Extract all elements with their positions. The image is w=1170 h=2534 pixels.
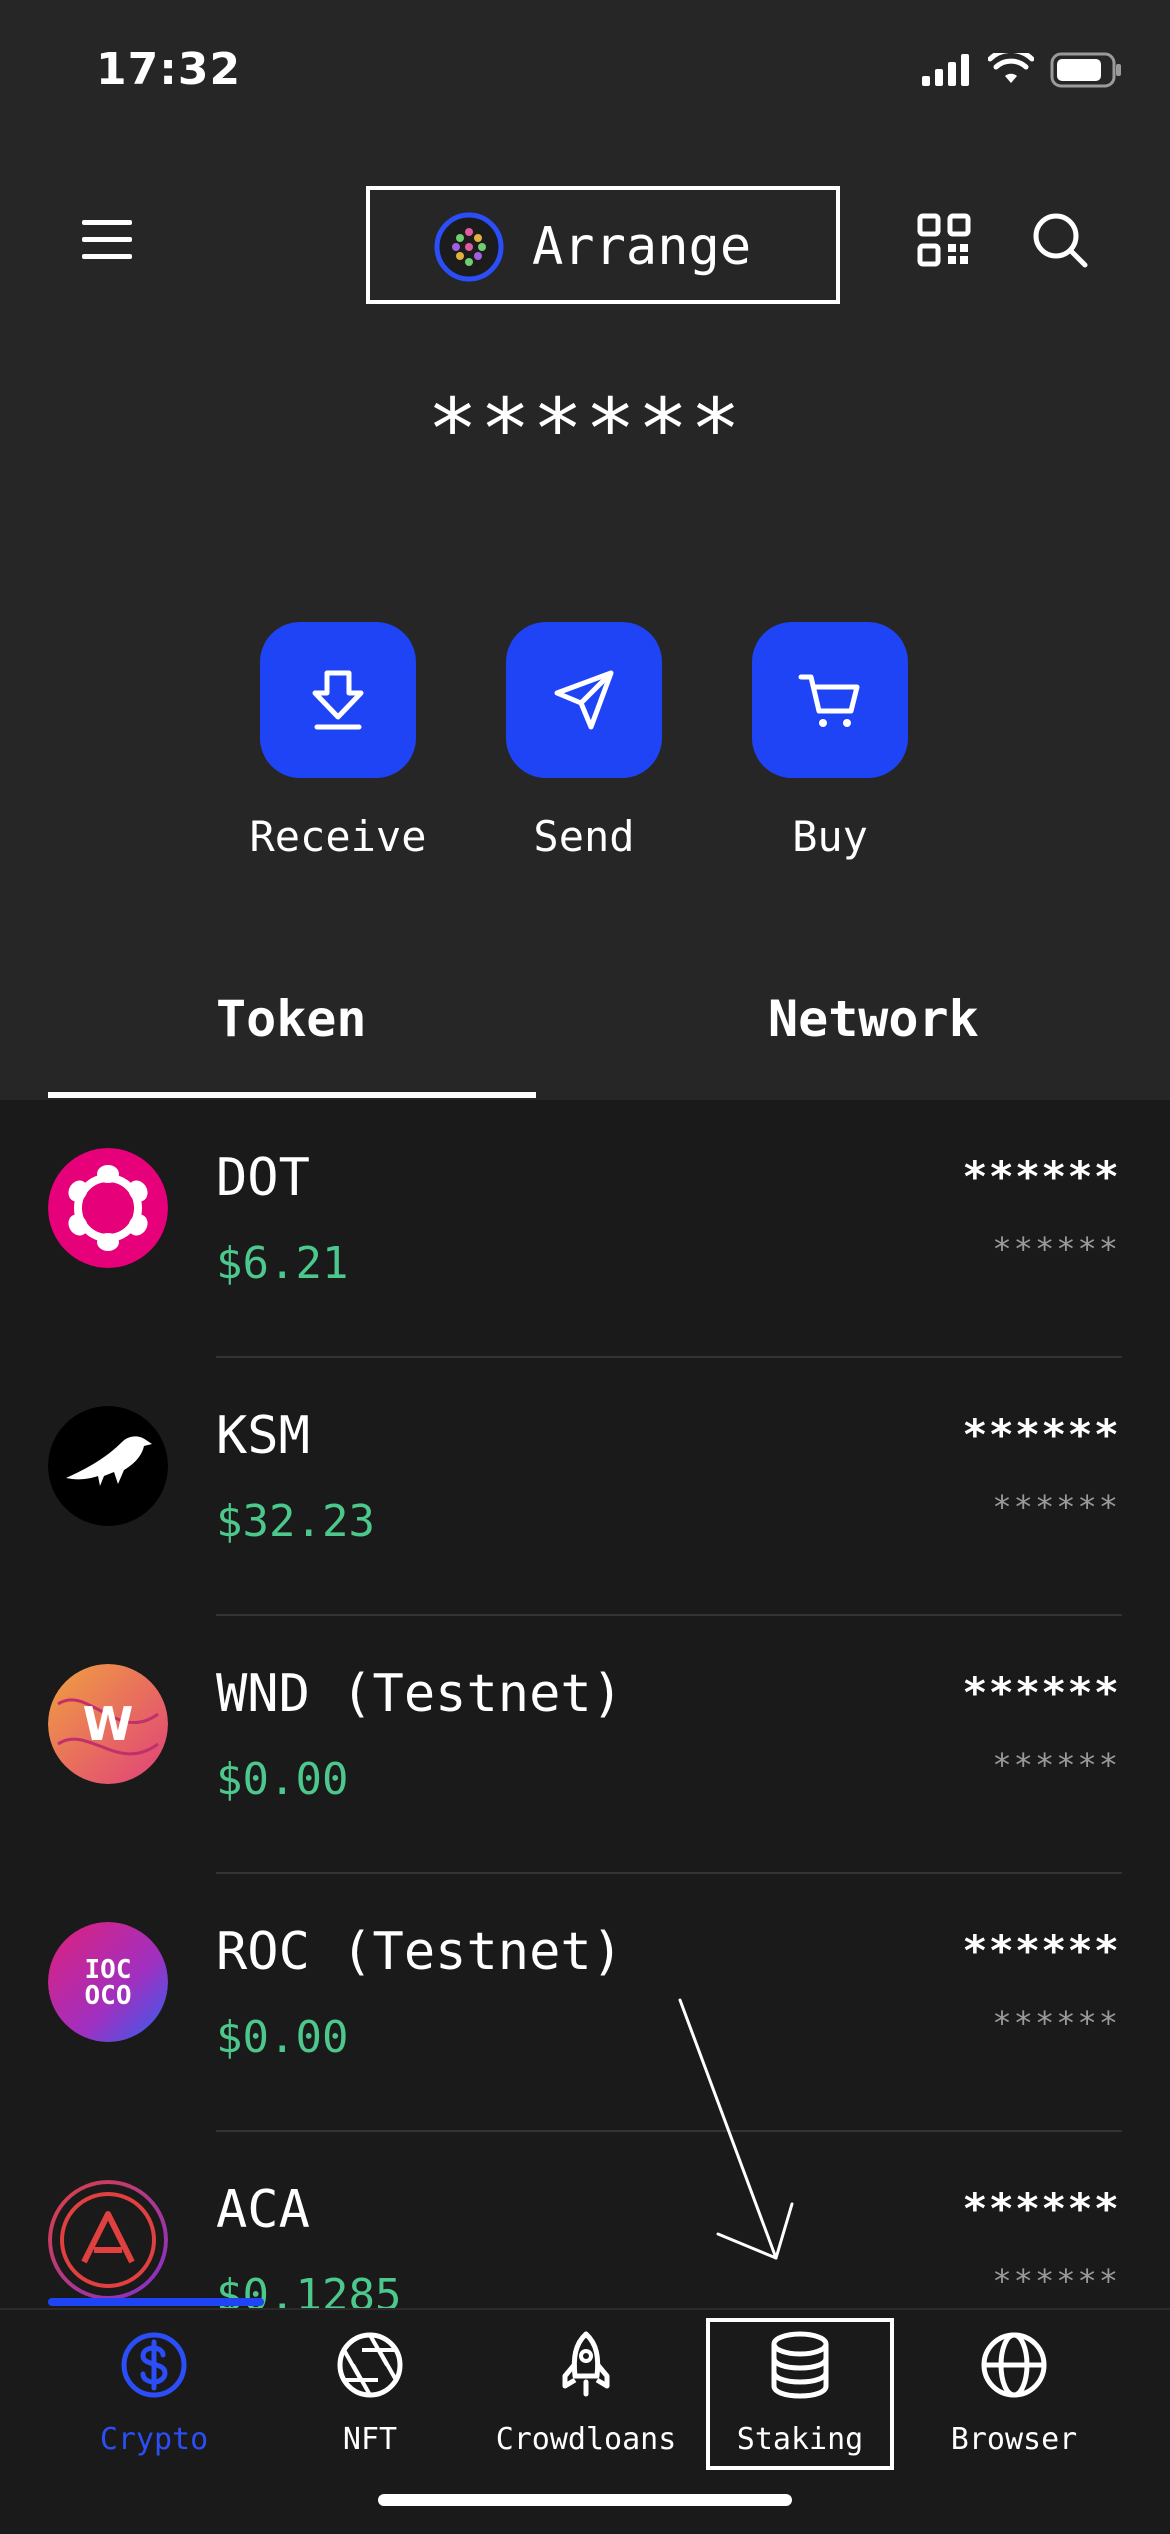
header-area [0,0,1170,1100]
token-value: ****** [992,1230,1120,1268]
token-row-wnd[interactable]: W WND (Testnet) $0.00 ****** ****** [0,1616,1170,1874]
kusama-icon [48,1406,168,1526]
active-tab-indicator [48,1092,536,1098]
aperture-icon [337,2332,403,2398]
nav-label: Crowdloans [495,2422,677,2457]
nav-crypto[interactable]: Crypto [54,2330,254,2457]
wifi-icon [988,53,1034,83]
token-price: $0.00 [216,1754,349,1805]
svg-text:OCO: OCO [85,1981,132,2011]
home-indicator [378,2494,792,2506]
receive-button[interactable]: Receive [238,622,438,861]
scroll-indicator [48,2298,264,2306]
token-name: DOT [216,1148,310,1208]
nav-label: Crypto [99,2422,209,2457]
token-value: ****** [992,1746,1120,1784]
rococo-icon: IOC OCO [48,1922,168,2042]
nav-crowdloans[interactable]: Crowdloans [486,2330,686,2457]
svg-text:W: W [83,1697,134,1751]
token-balance: ****** [962,1926,1120,1975]
account-name: Arrange [532,217,752,277]
send-button[interactable]: Send [484,622,684,861]
battery-icon [1050,52,1121,88]
token-list[interactable]: DOT $6.21 ****** ****** KSM $32.23 *****… [0,1100,1170,2308]
token-name: WND (Testnet) [216,1664,623,1724]
nav-browser[interactable]: Browser [914,2330,1114,2457]
token-balance: ****** [962,2184,1120,2233]
token-name: ACA [216,2180,310,2240]
buy-label: Buy [792,812,868,861]
token-row-dot[interactable]: DOT $6.21 ****** ****** [0,1100,1170,1358]
nav-label: Browser [950,2422,1078,2457]
tab-token[interactable]: Token [216,990,367,1048]
rocket-icon [562,2331,610,2397]
send-label: Send [533,812,635,861]
cart-icon [752,622,908,778]
token-row-roc[interactable]: IOC OCO ROC (Testnet) $0.00 ****** *****… [0,1874,1170,2132]
nav-nft[interactable]: NFT [270,2330,470,2457]
qr-code-icon[interactable] [916,212,972,268]
dollar-icon [121,2332,187,2398]
account-avatar [434,212,504,282]
status-time: 17:32 [96,44,242,95]
total-balance: ****** [427,380,743,478]
globe-icon [981,2332,1047,2398]
buy-button[interactable]: Buy [730,622,930,861]
staking-highlight-box [706,2318,894,2470]
token-balance: ****** [962,1410,1120,1459]
token-row-aca[interactable]: ACA $0.1285 ****** ****** [0,2132,1170,2308]
token-balance: ****** [962,1152,1120,1201]
account-selector[interactable]: Arrange [366,186,840,304]
status-icons [922,52,1122,88]
acala-icon [48,2180,168,2300]
westend-icon: W [48,1664,168,1784]
token-name: ROC (Testnet) [216,1922,623,1982]
token-name: KSM [216,1406,310,1466]
token-row-ksm[interactable]: KSM $32.23 ****** ****** [0,1358,1170,1616]
token-price: $0.00 [216,2012,349,2063]
annotation-arrow [678,1998,794,2260]
signal-icon [922,54,969,86]
menu-icon[interactable] [80,212,136,268]
receive-icon [260,622,416,778]
tab-network[interactable]: Network [768,990,979,1048]
token-value: ****** [992,2004,1120,2042]
receive-label: Receive [249,812,427,861]
token-value: ****** [992,1488,1120,1526]
token-price: $32.23 [216,1496,375,1547]
token-price: $6.21 [216,1238,349,1289]
search-icon[interactable] [1030,210,1090,270]
token-value: ****** [992,2262,1120,2300]
nav-label: NFT [342,2422,398,2457]
send-icon [506,622,662,778]
token-balance: ****** [962,1668,1120,1717]
polkadot-icon [48,1148,168,1268]
